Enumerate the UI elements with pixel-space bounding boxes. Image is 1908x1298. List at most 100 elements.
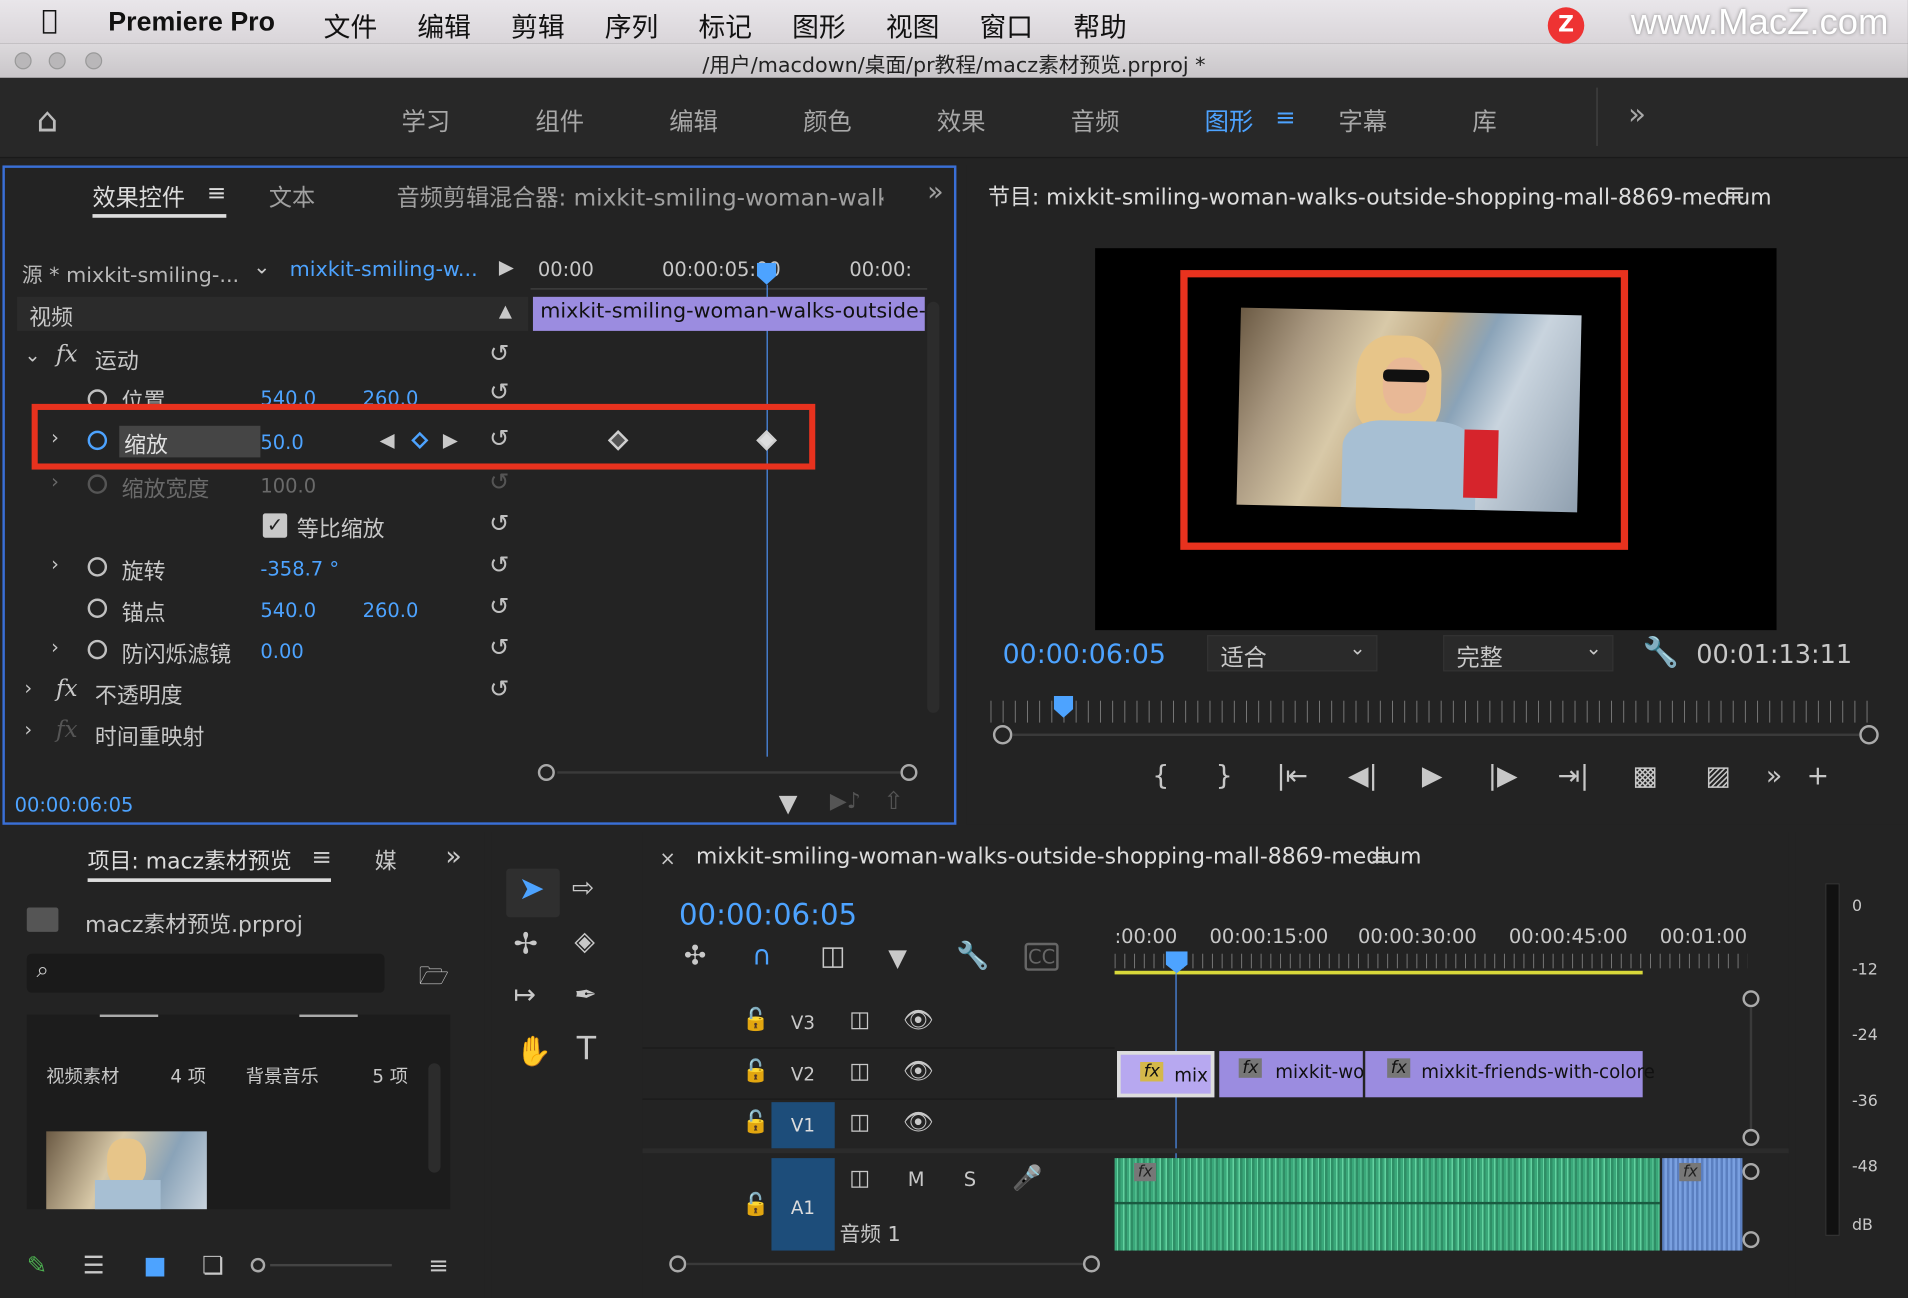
bin-scrollbar[interactable] — [428, 1063, 441, 1173]
go-to-out-icon[interactable]: ⇥| — [1538, 762, 1609, 792]
chevron-right-icon[interactable]: › — [24, 676, 32, 699]
insert-nest-icon[interactable]: ✣ — [684, 942, 752, 972]
tab-audio-clip-mixer[interactable]: 音频剪辑混合器: mixkit-smiling-woman-walks-c — [397, 180, 884, 213]
lift-icon[interactable]: ▩ — [1609, 762, 1682, 792]
sync-lock-icon[interactable]: ◫ — [849, 1058, 870, 1084]
timeline-timecode[interactable]: 00:00:06:05 — [679, 898, 857, 932]
track-v3-header[interactable]: 🔓 V3 ◫ 👁 — [642, 998, 1115, 1049]
home-icon[interactable]: ⌂ — [37, 100, 59, 140]
collapse-icon[interactable]: ▲ — [499, 302, 512, 321]
zoom-handle[interactable] — [900, 763, 918, 781]
sequence-title[interactable]: mixkit-smiling-woman-walks-outside-shopp… — [696, 844, 1421, 870]
hand-tool-icon[interactable]: ✋ — [516, 1034, 552, 1068]
sort-icon[interactable]: ≡ — [428, 1251, 448, 1280]
workspace-captions[interactable]: 字幕 — [1338, 102, 1387, 137]
workspace-menu-icon[interactable]: ≡ — [1275, 102, 1295, 131]
ec-scrollbar[interactable] — [927, 301, 940, 713]
play-icon[interactable]: ▶ — [1397, 762, 1468, 792]
zoom-handle[interactable] — [669, 1255, 687, 1273]
eye-icon[interactable]: 👁 — [903, 1005, 934, 1034]
chevron-down-icon[interactable]: ⌄ — [253, 255, 270, 279]
reset-icon[interactable]: ↺ — [489, 338, 509, 367]
ec-timecode[interactable]: 00:00:06:05 — [15, 793, 134, 816]
lock-icon[interactable]: 🔓 — [742, 1058, 769, 1084]
uniform-scale-checkbox[interactable]: ✓ — [262, 513, 288, 538]
lock-icon[interactable]: 🔓 — [742, 1007, 769, 1033]
panel-menu-icon[interactable]: ≡ — [1370, 842, 1390, 871]
reset-icon[interactable]: ↺ — [489, 591, 509, 620]
source-label[interactable]: 源 * mixkit-smiling-... — [22, 258, 239, 288]
eye-icon[interactable]: 👁 — [903, 1107, 934, 1136]
scroll-handle[interactable] — [1742, 1231, 1760, 1249]
menu-help[interactable]: 帮助 — [1073, 6, 1127, 45]
go-to-in-icon[interactable]: |⇤ — [1256, 762, 1329, 792]
stopwatch-icon[interactable] — [87, 598, 108, 618]
workspace-editing[interactable]: 编辑 — [669, 102, 718, 137]
ec-zoom-bar[interactable] — [531, 757, 920, 789]
stopwatch-icon[interactable] — [87, 557, 108, 577]
more-tabs-icon[interactable]: » — [445, 842, 461, 872]
reset-icon[interactable]: ↺ — [489, 674, 509, 703]
timeline-ruler[interactable]: :00:00 00:00:15:00 00:00:30:00 00:00:45:… — [1114, 920, 1760, 975]
ec-clip-bar[interactable]: mixkit-smiling-woman-walks-outside-s — [532, 296, 925, 331]
tab-text[interactable]: 文本 — [269, 180, 315, 213]
menu-view[interactable]: 视图 — [886, 6, 940, 45]
reset-icon[interactable]: ↺ — [489, 382, 509, 406]
mark-out-icon[interactable]: } — [1192, 762, 1255, 792]
tab-effect-controls[interactable]: 效果控件 — [92, 180, 184, 213]
menu-marker[interactable]: 标记 — [698, 6, 752, 45]
more-buttons-icon[interactable]: » — [1755, 762, 1794, 792]
lock-icon[interactable]: 🔓 — [742, 1109, 769, 1135]
slip-tool-icon[interactable]: ↦ — [513, 980, 535, 1010]
app-name[interactable]: Premiere Pro — [108, 6, 275, 38]
play-audio-icon[interactable]: ▶♪ — [830, 788, 861, 814]
program-video-frame[interactable] — [1095, 248, 1777, 631]
audio-clip[interactable]: fx — [1662, 1158, 1743, 1251]
zoom-handle[interactable] — [537, 763, 555, 781]
clip-selector[interactable]: mixkit-smiling-w... — [290, 258, 478, 282]
track-v1-header[interactable]: 🔓 V1 ◫ 👁 — [642, 1100, 1115, 1151]
more-tabs-icon[interactable]: » — [927, 178, 943, 208]
scroll-handle[interactable] — [1742, 1128, 1760, 1146]
reset-icon[interactable]: ↺ — [489, 633, 509, 662]
step-forward-icon[interactable]: |▶ — [1467, 762, 1538, 792]
antiflicker-value[interactable]: 0.00 — [260, 640, 303, 663]
anchor-y-value[interactable]: 260.0 — [363, 599, 419, 622]
timeline-zoom-bar[interactable] — [669, 1253, 1107, 1275]
wrench-icon[interactable]: 🔧 — [1643, 635, 1679, 669]
play-only-clip-icon[interactable]: ▶ — [499, 255, 514, 278]
rotation-row[interactable]: › 旋转 -358.7 ° ↺ — [17, 547, 528, 588]
step-back-icon[interactable]: ◀| — [1329, 762, 1397, 792]
workspace-audio[interactable]: 音频 — [1071, 102, 1120, 137]
workspace-effects[interactable]: 效果 — [937, 102, 986, 137]
reset-icon[interactable]: ↺ — [489, 550, 509, 579]
workspace-assembly[interactable]: 组件 — [535, 102, 584, 137]
list-view-icon[interactable]: ☰ — [83, 1251, 144, 1280]
microphone-icon[interactable]: 🎤 — [1012, 1163, 1042, 1192]
track-select-tool-icon[interactable]: ⇨ — [572, 873, 594, 903]
add-button-icon[interactable]: + — [1794, 762, 1843, 792]
panel-menu-icon[interactable]: ≡ — [312, 842, 332, 871]
bin-thumbnail[interactable] — [46, 1131, 207, 1210]
motion-row[interactable]: ⌄ fx 运动 ↺ — [17, 338, 528, 379]
zoom-handle[interactable] — [1859, 725, 1879, 745]
antiflicker-row[interactable]: › 防闪烁滤镜 0.00 ↺ — [17, 630, 528, 671]
solo-button[interactable]: S — [964, 1168, 976, 1191]
anchor-row[interactable]: 锚点 540.0 260.0 ↺ — [17, 589, 528, 630]
audio-clip[interactable]: fx — [1114, 1158, 1660, 1251]
time-remap-row[interactable]: › fx 时间重映射 — [17, 713, 528, 754]
workspace-libraries[interactable]: 库 — [1472, 102, 1496, 137]
selection-tool-icon[interactable]: ➤ — [518, 871, 545, 907]
close-icon[interactable]: × — [660, 847, 676, 870]
track-v2-header[interactable]: 🔓 V2 ◫ 👁 — [642, 1049, 1115, 1100]
anchor-x-value[interactable]: 540.0 — [260, 599, 316, 622]
tab-project[interactable]: 项目: macz素材预览 — [88, 844, 292, 876]
bin-music[interactable]: 背景音乐 5 项 — [231, 1046, 426, 1100]
menu-graphics[interactable]: 图形 — [792, 6, 846, 45]
export-icon[interactable]: ⇧ — [883, 786, 903, 815]
zoom-handle[interactable] — [250, 1257, 266, 1273]
chevron-down-icon[interactable]: ⌄ — [24, 343, 40, 366]
razor-tool-icon[interactable]: ◈ — [574, 927, 595, 957]
workspace-graphics[interactable]: 图形 — [1205, 102, 1254, 137]
chevron-right-icon[interactable]: › — [51, 552, 59, 575]
